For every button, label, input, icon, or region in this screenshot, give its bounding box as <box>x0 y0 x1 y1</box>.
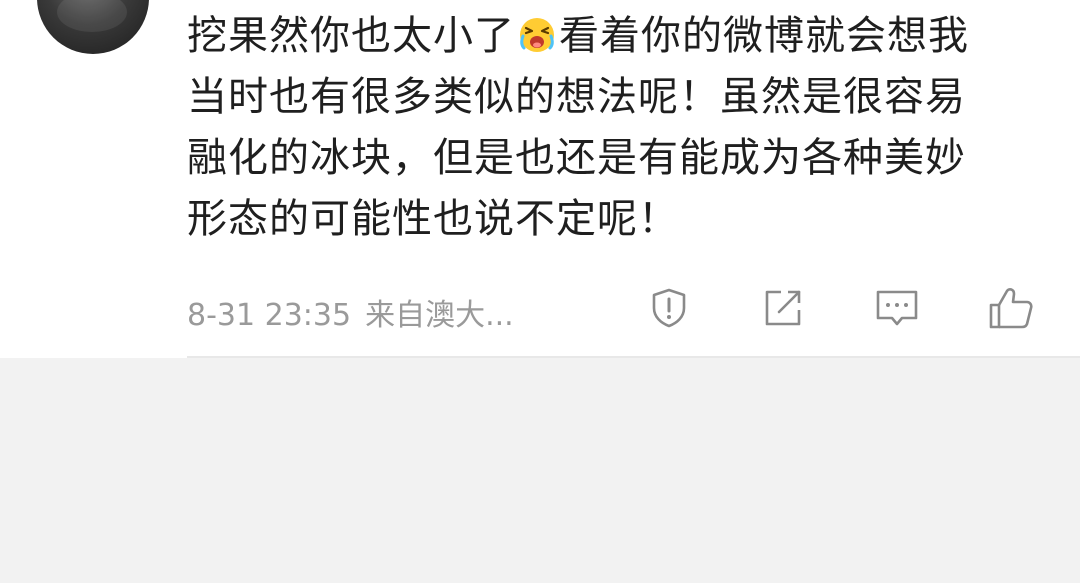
comment-line-2: 当时也有很多类似的想法呢！虽然是很容易 <box>187 74 966 120</box>
repost-button[interactable] <box>759 284 807 332</box>
thumbs-up-icon <box>989 288 1033 329</box>
comment-line-3: 融化的冰块，但是也还是有能成为各种美妙 <box>187 135 966 181</box>
report-button[interactable] <box>645 284 693 332</box>
avatar[interactable] <box>37 0 149 54</box>
divider <box>187 356 1080 358</box>
comment-bubble-icon <box>876 290 918 326</box>
timestamp: 8-31 23:35 <box>187 298 352 333</box>
share-edit-icon <box>765 290 801 326</box>
comment-line-1: 挖果然你也太小了 看着你的微博就会想我 <box>187 13 969 59</box>
comment-text: 挖果然你也太小了 看着你的微博就会想我 当时也有很多类似的想法呢！虽然是很容易 … <box>187 6 1057 250</box>
like-button[interactable] <box>987 284 1035 332</box>
source-label: 来自澳大... <box>365 298 514 333</box>
comment-meta: 8-31 23:35 来自澳大... <box>187 290 528 334</box>
crying-face-emoji-icon <box>520 18 554 52</box>
comment-line-4: 形态的可能性也说不定呢！ <box>187 196 679 242</box>
shield-alert-icon <box>652 288 686 328</box>
comment-button[interactable] <box>873 284 921 332</box>
comment-card: 挖果然你也太小了 看着你的微博就会想我 当时也有很多类似的想法呢！虽然是很容易 … <box>0 0 1080 358</box>
